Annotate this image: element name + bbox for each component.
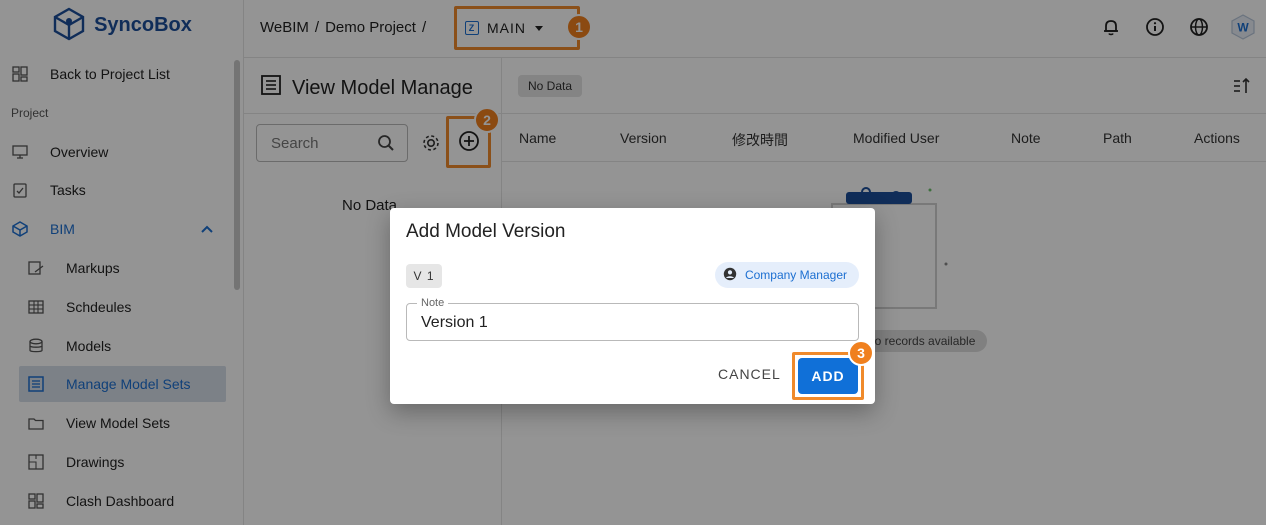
note-field[interactable]: Note Version 1	[406, 297, 859, 341]
dialog-title: Add Model Version	[406, 221, 566, 242]
version-chip: V 1	[406, 264, 442, 288]
cancel-button[interactable]: CANCEL	[718, 366, 781, 382]
add-model-version-dialog: Add Model Version V 1 Company Manager No…	[390, 208, 875, 404]
role-label: Company Manager	[744, 268, 847, 282]
note-field-value[interactable]: Version 1	[421, 314, 488, 332]
callout-badge-3: 3	[848, 340, 874, 366]
note-field-label: Note	[417, 297, 449, 309]
add-button[interactable]: ADD	[798, 358, 858, 394]
role-chip: Company Manager	[714, 262, 859, 288]
account-circle-icon	[723, 267, 737, 284]
